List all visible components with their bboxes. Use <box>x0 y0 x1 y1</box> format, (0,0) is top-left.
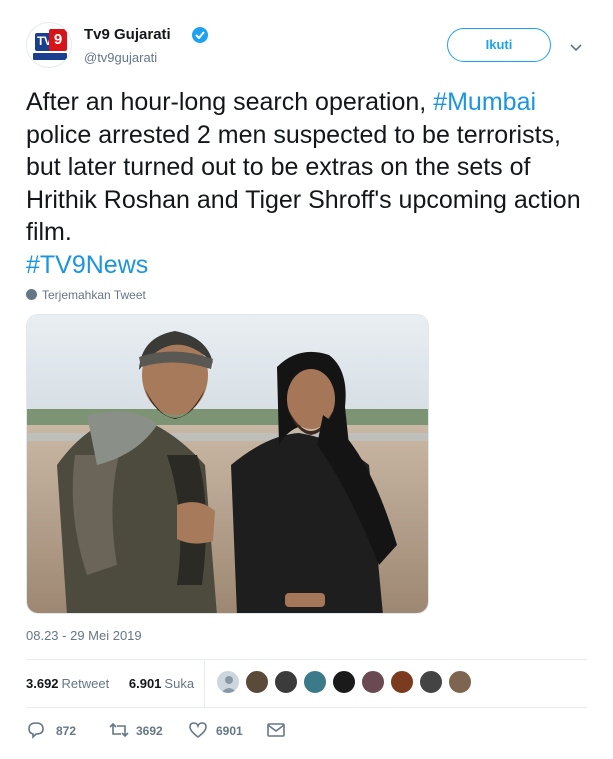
hashtag-mumbai[interactable]: #Mumbai <box>433 88 536 116</box>
liker-avatar[interactable] <box>303 670 327 694</box>
avatar-logo-strip <box>33 53 67 60</box>
like-stat[interactable]: 6.901 Suka <box>129 676 194 691</box>
like-stat-label: Suka <box>164 676 195 691</box>
tweet-text-segment: After an hour-long search operation, <box>26 88 434 116</box>
user-handle[interactable]: @tv9gujarati <box>84 50 157 65</box>
divider <box>26 707 587 708</box>
reply-button[interactable]: 872 <box>26 720 76 742</box>
retweet-button[interactable]: 3692 <box>108 720 163 742</box>
tweet-photo[interactable] <box>26 314 429 614</box>
photo-illustration <box>27 315 428 613</box>
display-name[interactable]: Tv9 Gujarati <box>84 26 171 43</box>
like-total: 6.901 <box>128 676 162 691</box>
envelope-icon <box>267 723 285 737</box>
liker-avatar[interactable] <box>216 670 240 694</box>
liker-avatar[interactable] <box>448 670 472 694</box>
tweet-timestamp[interactable]: 08.23 - 29 Mei 2019 <box>26 628 142 643</box>
reply-icon <box>28 722 44 739</box>
liker-avatar[interactable] <box>390 670 414 694</box>
like-button[interactable]: 6901 <box>188 720 243 742</box>
engagement-stats: 3.692 Retweet 6.901 Suka <box>26 676 194 691</box>
retweet-count: 3692 <box>136 724 163 738</box>
tweet-card: TV 9 Tv9 Gujarati @tv9gujarati Ikuti Aft… <box>0 0 613 759</box>
hashtag-tv9news[interactable]: #TV9News <box>26 251 148 279</box>
verified-badge-icon <box>192 27 208 43</box>
translate-tweet-link[interactable]: Terjemahkan Tweet <box>42 288 146 302</box>
tweet-text: After an hour-long search operation, #Mu… <box>26 86 596 281</box>
retweet-icon <box>109 722 129 738</box>
divider <box>26 659 587 660</box>
tweet-text-segment: police arrested 2 men suspected to be te… <box>26 120 581 247</box>
liker-avatar[interactable] <box>274 670 298 694</box>
avatar[interactable]: TV 9 <box>26 22 72 68</box>
retweet-stat-label: Retweet <box>61 676 110 691</box>
liker-avatar[interactable] <box>419 670 443 694</box>
chevron-down-icon[interactable] <box>569 40 583 58</box>
follow-button[interactable]: Ikuti <box>447 28 551 62</box>
globe-icon <box>26 289 37 300</box>
liker-avatar[interactable] <box>245 670 269 694</box>
avatar-logo-digit: 9 <box>49 29 67 51</box>
like-count: 6901 <box>216 724 243 738</box>
liker-avatar[interactable] <box>332 670 356 694</box>
direct-message-button[interactable] <box>266 720 286 742</box>
liker-avatar[interactable] <box>361 670 385 694</box>
heart-icon <box>189 722 207 739</box>
retweet-stat[interactable]: 3.692 Retweet <box>26 676 109 691</box>
stat-separator <box>204 661 205 707</box>
retweet-total: 3.692 <box>26 676 59 691</box>
reply-count: 872 <box>56 724 77 738</box>
